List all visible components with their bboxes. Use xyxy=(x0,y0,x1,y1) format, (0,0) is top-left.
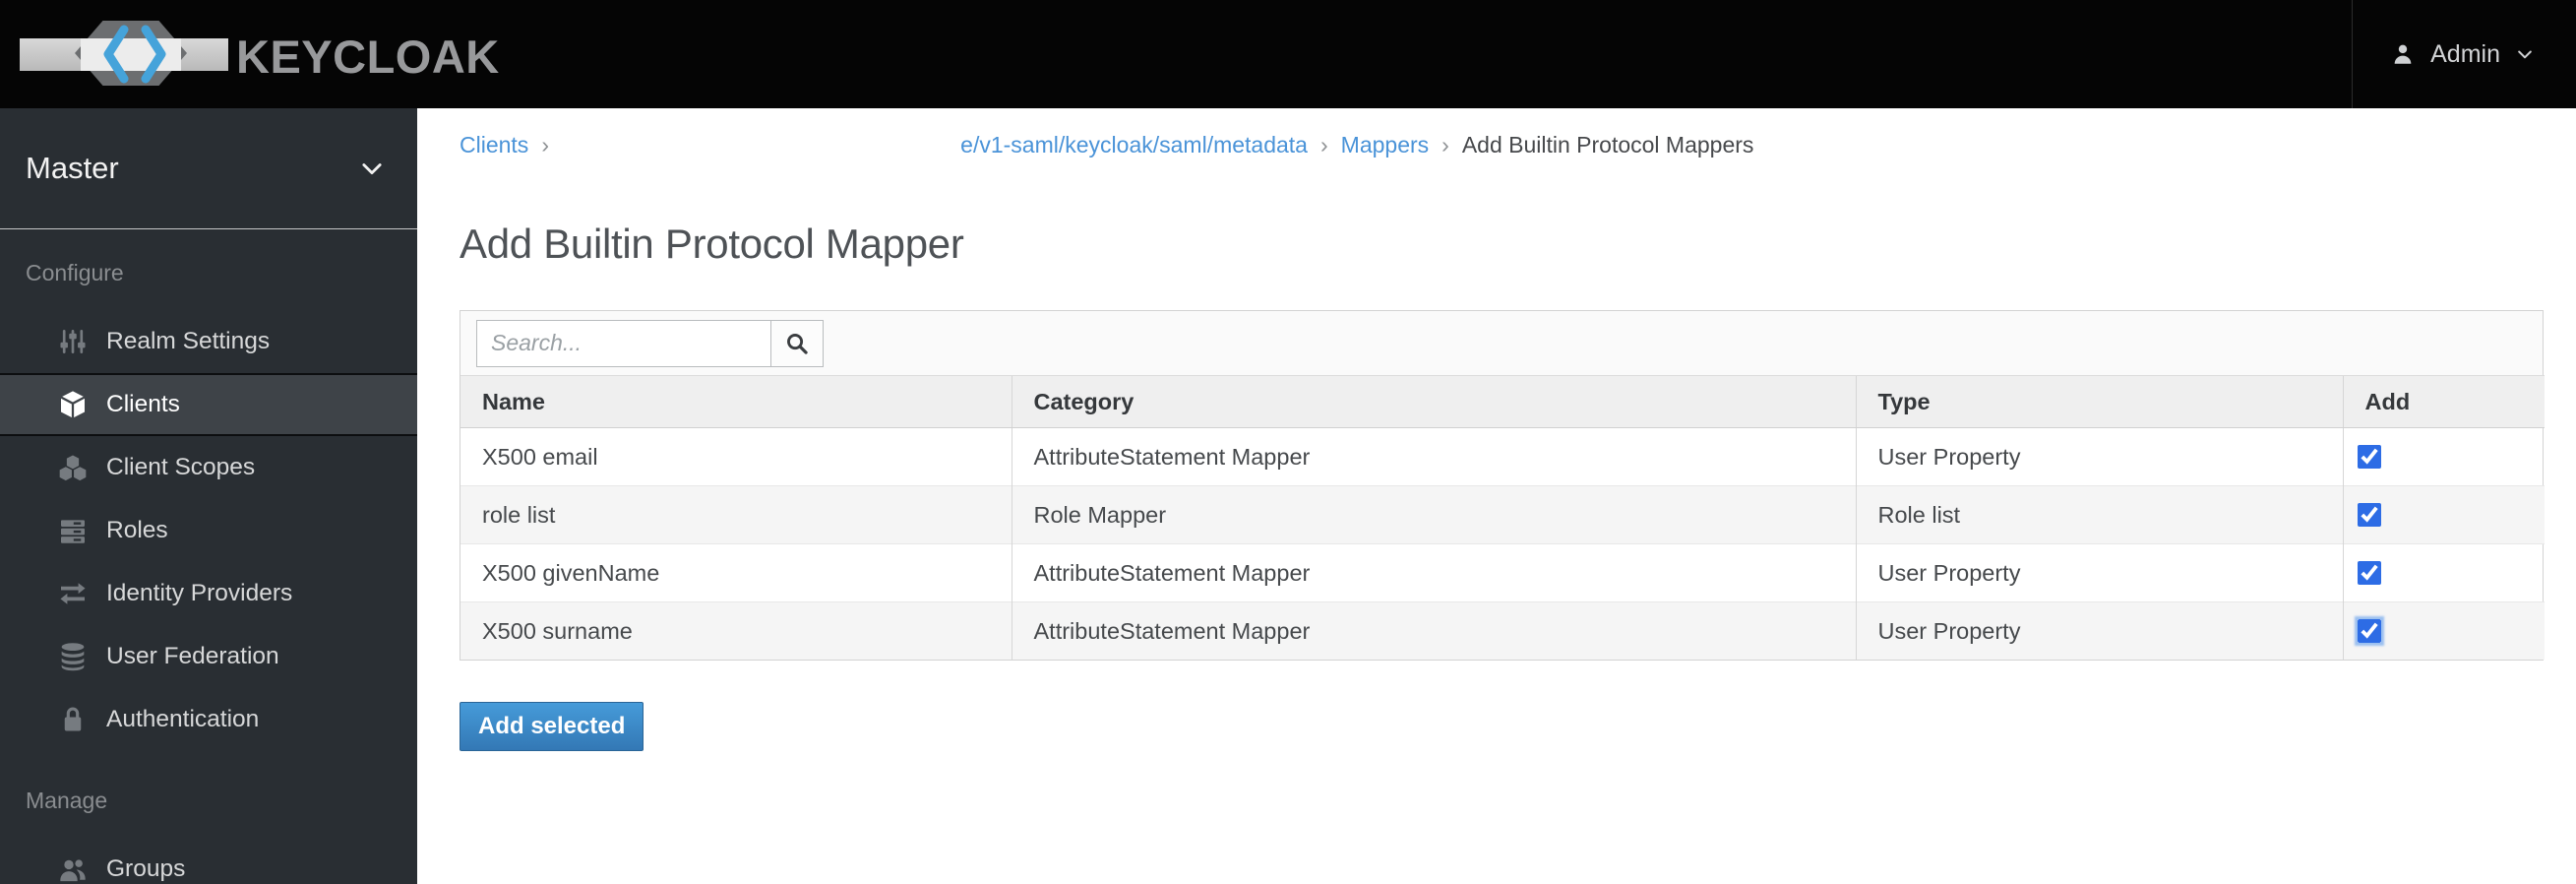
sidebar-item-authentication[interactable]: Authentication xyxy=(0,688,417,751)
users-icon xyxy=(55,853,91,884)
table-row: X500 email AttributeStatement Mapper Use… xyxy=(460,427,2545,486)
sidebar-item-user-federation[interactable]: User Federation xyxy=(0,625,417,688)
sidebar-section-configure: Configure xyxy=(26,260,124,285)
sidebar-item-groups[interactable]: Groups xyxy=(0,838,417,884)
cell-name: X500 surname xyxy=(460,601,1012,660)
page-title: Add Builtin Protocol Mapper xyxy=(460,221,964,267)
cell-category: AttributeStatement Mapper xyxy=(1011,543,1856,602)
sidebar-item-clients[interactable]: Clients xyxy=(0,373,417,436)
sliders-icon xyxy=(55,326,91,357)
sidebar-item-label: Clients xyxy=(106,391,180,417)
cell-type: User Property xyxy=(1855,427,2343,486)
cell-name: X500 email xyxy=(482,443,598,470)
breadcrumb-current-page: Add Builtin Protocol Mappers xyxy=(1461,131,1754,158)
keycloak-admin-console: KEYCLOAK Admin Master Configure Realm Se… xyxy=(0,0,2576,884)
cell-category: AttributeStatement Mapper xyxy=(1011,427,1856,486)
breadcrumb: Clients › e/v1-saml/keycloak/saml/metada… xyxy=(417,108,2576,158)
sidebar-section-manage: Manage xyxy=(26,788,108,813)
user-menu-label: Admin xyxy=(2430,39,2500,68)
database-icon xyxy=(55,641,91,672)
sidebar-item-label: User Federation xyxy=(106,643,279,669)
column-header-name: Name xyxy=(460,375,1012,428)
cell-type: User Property xyxy=(1855,601,2343,660)
realm-selector-label: Master xyxy=(26,151,119,185)
add-checkbox[interactable] xyxy=(2357,445,2381,469)
logo-brackets-icon xyxy=(103,25,166,84)
table-row: X500 givenName AttributeStatement Mapper… xyxy=(460,543,2545,602)
keycloak-logo[interactable]: KEYCLOAK xyxy=(18,0,628,108)
sidebar-item-label: Roles xyxy=(106,517,168,543)
add-checkbox[interactable] xyxy=(2357,619,2381,643)
breadcrumb-clients-link[interactable]: Clients xyxy=(460,132,528,158)
table-header-row: Name Category Type Add xyxy=(460,375,2545,428)
cell-type: Role list xyxy=(1855,485,2343,544)
column-header-type: Type xyxy=(1855,375,2343,428)
search-input[interactable] xyxy=(476,319,771,367)
top-bar: KEYCLOAK Admin xyxy=(0,0,2576,108)
chevron-down-icon xyxy=(2518,50,2532,59)
sidebar-item-label: Identity Providers xyxy=(106,580,293,606)
sidebar-item-label: Groups xyxy=(106,855,186,882)
breadcrumb-mappers-link[interactable]: Mappers xyxy=(1341,132,1429,158)
cell-name: X500 givenName xyxy=(460,543,1012,602)
sidebar-item-label: Realm Settings xyxy=(106,328,271,354)
exchange-arrows-icon xyxy=(55,578,91,609)
sidebar-item-client-scopes[interactable]: Client Scopes xyxy=(0,436,417,499)
cell-category: Role Mapper xyxy=(1011,485,1856,544)
breadcrumb-separator: › xyxy=(1441,131,1449,158)
breadcrumb-separator: › xyxy=(1319,131,1328,158)
cell-name: role list xyxy=(460,485,1012,544)
search-icon xyxy=(787,333,808,354)
realm-selector[interactable]: Master xyxy=(0,108,417,229)
sidebar-item-label: Client Scopes xyxy=(106,454,256,480)
column-header-add: Add xyxy=(2342,375,2545,428)
tasks-icon xyxy=(55,515,91,546)
cube-icon xyxy=(55,389,91,420)
column-header-category: Category xyxy=(1011,375,1856,428)
sidebar: Master Configure Realm Settings Clients … xyxy=(0,108,417,884)
builtin-mappers-table: Name Category Type Add X500 email Attrib… xyxy=(460,375,2545,660)
chevron-down-icon xyxy=(362,163,382,175)
cubes-icon xyxy=(55,452,91,483)
cell-category: AttributeStatement Mapper xyxy=(1011,601,1856,660)
sidebar-item-roles[interactable]: Roles xyxy=(0,499,417,562)
lock-icon xyxy=(55,705,91,734)
breadcrumb-client-link[interactable]: e/v1-saml/keycloak/saml/metadata xyxy=(960,132,1308,158)
breadcrumb-separator: › xyxy=(541,131,549,158)
cell-type: User Property xyxy=(1855,543,2343,602)
add-selected-button[interactable]: Add selected xyxy=(460,702,644,751)
user-icon xyxy=(2394,44,2412,64)
main-content: Clients › e/v1-saml/keycloak/saml/metada… xyxy=(417,108,2576,884)
sidebar-item-realm-settings[interactable]: Realm Settings xyxy=(0,310,417,373)
user-menu[interactable]: Admin xyxy=(2352,0,2576,108)
table-row: X500 surname AttributeStatement Mapper U… xyxy=(460,601,2545,660)
table-row: role list Role Mapper Role list xyxy=(460,485,2545,544)
add-checkbox[interactable] xyxy=(2357,561,2381,585)
mapper-table-panel: Name Category Type Add X500 email Attrib… xyxy=(460,310,2545,661)
sidebar-item-label: Authentication xyxy=(106,706,260,732)
breadcrumb-client-id-clip: e/v1-saml/keycloak/saml/metadata xyxy=(562,132,1308,158)
brand-wordmark: KEYCLOAK xyxy=(236,31,500,83)
sidebar-item-identity-providers[interactable]: Identity Providers xyxy=(0,562,417,625)
add-checkbox[interactable] xyxy=(2357,503,2381,527)
search-button[interactable] xyxy=(770,319,824,367)
table-search-row xyxy=(460,311,2543,375)
